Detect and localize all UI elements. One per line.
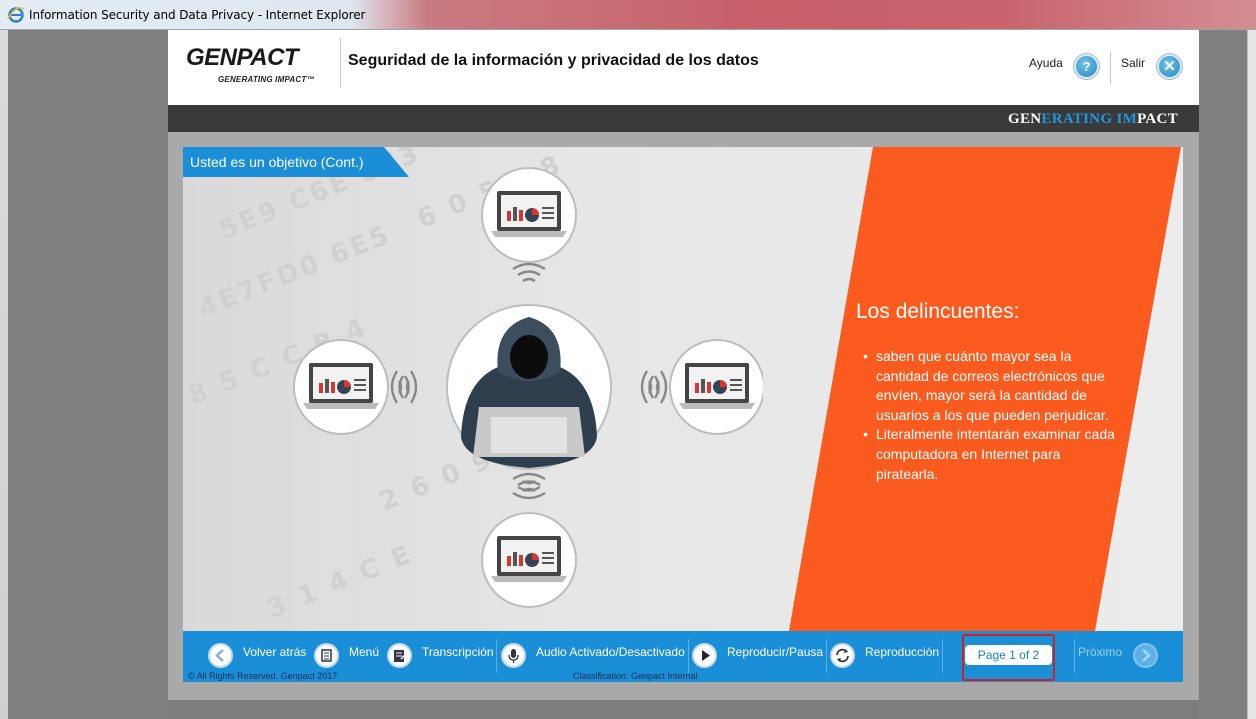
internet-explorer-icon [7,6,25,23]
panel-title: Los delincuentes: [856,300,1020,323]
transcript-button[interactable]: Transcripción [422,645,494,659]
course-player: GENPACT GENERATING IMPACT™ Seguridad de … [168,30,1199,700]
course-title: Seguridad de la información y privacidad… [348,52,759,69]
next-button[interactable]: Próximo [1078,645,1122,659]
list-item: Literalmente intentarán examinar cada co… [861,425,1121,484]
microphone-icon[interactable] [501,643,526,668]
nav-divider [688,639,689,673]
banner-text-part3: IM [1116,111,1138,127]
window-title-bar: Information Security and Data Privacy - … [0,0,1256,30]
nav-divider [942,639,943,673]
slide-content: 5E9 C6E 8E3 4E7FD0 6E5 8 5 C C B 4 2 6 0… [183,147,1183,631]
header-divider [340,38,341,88]
help-label[interactable]: Ayuda [1029,56,1063,70]
nav-divider [826,639,827,673]
banner-text-part1: GEN [1008,111,1042,127]
copyright-text: © All Rights Reserved. Genpact 2017 [188,671,338,681]
play-pause-icon[interactable] [692,643,717,668]
close-icon[interactable]: ✕ [1157,54,1182,79]
back-button[interactable]: Volver atrás [243,645,306,659]
generating-impact-banner: GENERATING IMPACT [168,105,1199,132]
panel-bullet-list: saben que cuánto mayor sea la cantidad d… [861,347,1121,484]
logo-brand: GENPACT [186,44,299,71]
replay-icon[interactable] [830,643,855,668]
nav-divider [496,639,497,673]
logo-tagline: GENERATING IMPACT™ [218,75,315,84]
exit-label[interactable]: Salir [1121,56,1145,70]
banner-text-part4: PACT [1137,111,1178,127]
list-item: saben que cuánto mayor sea la cantidad d… [861,347,1121,425]
replay-button[interactable]: Reproducción [865,645,939,659]
left-scroll-edge [0,30,8,719]
back-icon[interactable] [208,643,233,668]
player-navbar: Volver atrás Menú Transcripción Audio Ac… [183,631,1183,682]
genpact-logo: GENPACT GENERATING IMPACT™ [186,44,314,84]
network-illustration [293,167,763,608]
highlight-box [962,634,1055,681]
transcript-icon[interactable] [387,643,412,668]
menu-button[interactable]: Menú [349,645,379,659]
classification-text: Classification: Genpact Internal [573,671,698,681]
left-margin [8,30,168,719]
banner-text-part2: ERATING [1041,111,1117,127]
banner-text: GENERATING IMPACT [1008,111,1178,128]
audio-toggle-button[interactable]: Audio Activado/Desactivado [536,645,685,659]
vertical-scrollbar[interactable] [1247,30,1256,719]
header-divider-2 [1110,52,1111,84]
player-header: GENPACT GENERATING IMPACT™ Seguridad de … [168,30,1199,105]
nav-divider [1074,639,1075,673]
menu-icon[interactable] [314,643,339,668]
next-icon[interactable] [1133,643,1158,668]
window-title: Information Security and Data Privacy - … [29,8,366,22]
help-icon[interactable]: ? [1074,54,1099,79]
play-pause-button[interactable]: Reproducir/Pausa [727,645,823,659]
